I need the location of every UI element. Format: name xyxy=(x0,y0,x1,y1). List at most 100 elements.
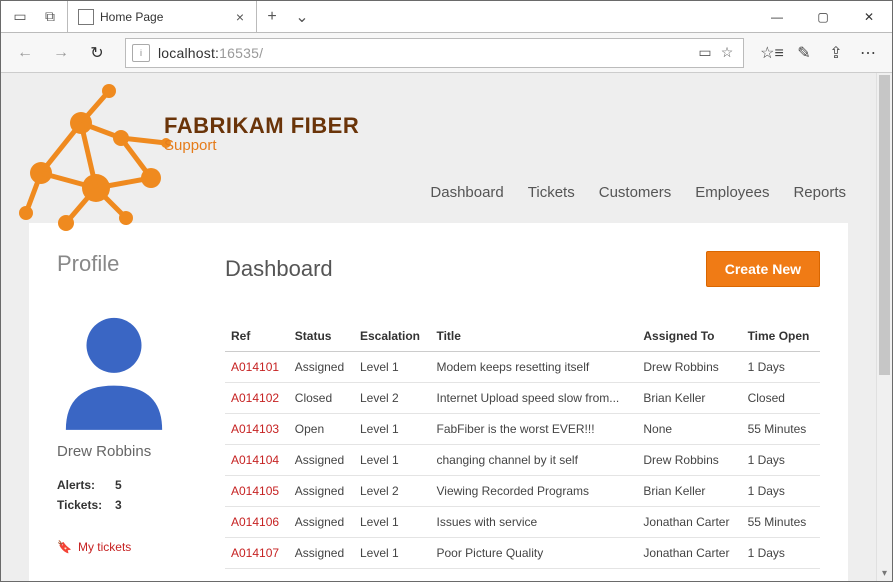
cell-ref[interactable]: A014104 xyxy=(225,445,289,476)
back-button[interactable]: ← xyxy=(9,37,41,69)
cell-assigned: Drew Robbins xyxy=(637,445,741,476)
vertical-scrollbar[interactable]: ▾ xyxy=(876,73,892,581)
cell-title: Poor Picture Quality xyxy=(430,538,637,569)
nav-customers[interactable]: Customers xyxy=(599,184,672,201)
avatar xyxy=(57,301,171,431)
page-favicon xyxy=(78,9,94,25)
col-ref: Ref xyxy=(225,321,289,352)
cell-assigned: Brian Keller xyxy=(637,383,741,414)
cell-escalation: Level 1 xyxy=(354,507,431,538)
tab-aside-button[interactable]: ⧉ xyxy=(35,1,65,32)
create-new-button[interactable]: Create New xyxy=(706,251,820,287)
reading-view-icon[interactable]: ▭ xyxy=(695,44,715,61)
cell-ref[interactable]: A014102 xyxy=(225,383,289,414)
cell-ref[interactable]: A014106 xyxy=(225,507,289,538)
close-tab-icon[interactable]: × xyxy=(232,9,248,25)
nav-reports[interactable]: Reports xyxy=(793,184,846,201)
my-tickets-link[interactable]: 🔖 My tickets xyxy=(57,540,197,554)
close-window-button[interactable]: ✕ xyxy=(846,1,892,32)
refresh-button[interactable]: ↻ xyxy=(81,37,113,69)
col-assigned: Assigned To xyxy=(637,321,741,352)
favorites-hub-icon[interactable]: ☆≡ xyxy=(756,37,788,69)
tab-title: Home Page xyxy=(100,10,232,24)
col-escalation: Escalation xyxy=(354,321,431,352)
tickets-label: Tickets: xyxy=(57,498,115,512)
web-note-icon[interactable]: ✎ xyxy=(788,37,820,69)
table-row[interactable]: A014101AssignedLevel 1Modem keeps resett… xyxy=(225,352,820,383)
maximize-button[interactable]: ▢ xyxy=(800,1,846,32)
cell-ref[interactable]: A014107 xyxy=(225,538,289,569)
url-text: localhost:16535/ xyxy=(158,45,693,61)
table-row[interactable]: A014103OpenLevel 1FabFiber is the worst … xyxy=(225,414,820,445)
cell-status: Closed xyxy=(289,383,354,414)
cell-ref[interactable]: A014103 xyxy=(225,414,289,445)
new-tab-button[interactable]: + xyxy=(257,1,287,32)
table-row[interactable]: A014107AssignedLevel 1Poor Picture Quali… xyxy=(225,538,820,569)
tickets-table: Ref Status Escalation Title Assigned To … xyxy=(225,321,820,569)
nav-dashboard[interactable]: Dashboard xyxy=(430,184,503,201)
cell-assigned: Brian Keller xyxy=(637,476,741,507)
cell-status: Assigned xyxy=(289,352,354,383)
profile-heading: Profile xyxy=(57,251,197,277)
minimize-button[interactable]: — xyxy=(754,1,800,32)
cell-ref[interactable]: A014101 xyxy=(225,352,289,383)
browser-tab[interactable]: Home Page × xyxy=(67,1,257,32)
tickets-value: 3 xyxy=(115,498,173,512)
table-row[interactable]: A014106AssignedLevel 1Issues with servic… xyxy=(225,507,820,538)
titlebar: ▭ ⧉ Home Page × + ⌄ — ▢ ✕ xyxy=(1,1,892,33)
more-icon[interactable]: ⋯ xyxy=(852,37,884,69)
cell-escalation: Level 1 xyxy=(354,352,431,383)
cell-ref[interactable]: A014105 xyxy=(225,476,289,507)
toolbar: ← → ↻ i localhost:16535/ ▭ ☆ ☆≡ ✎ ⇪ ⋯ xyxy=(1,33,892,73)
top-nav: Dashboard Tickets Customers Employees Re… xyxy=(430,184,846,201)
share-icon[interactable]: ⇪ xyxy=(820,37,852,69)
scrollbar-thumb[interactable] xyxy=(879,75,890,375)
cell-status: Open xyxy=(289,414,354,445)
cell-assigned: Jonathan Carter xyxy=(637,507,741,538)
cell-time: 1 Days xyxy=(742,476,820,507)
cell-escalation: Level 2 xyxy=(354,476,431,507)
tab-preview-button[interactable]: ▭ xyxy=(5,1,35,32)
nav-tickets[interactable]: Tickets xyxy=(528,184,575,201)
cell-title: Modem keeps resetting itself xyxy=(430,352,637,383)
fabrikam-logo xyxy=(11,83,171,228)
cell-assigned: Drew Robbins xyxy=(637,352,741,383)
cell-escalation: Level 1 xyxy=(354,445,431,476)
site-info-icon[interactable]: i xyxy=(132,44,150,62)
scroll-down-arrow-icon[interactable]: ▾ xyxy=(877,565,892,581)
table-row[interactable]: A014102ClosedLevel 2Internet Upload spee… xyxy=(225,383,820,414)
cell-title: FabFiber is the worst EVER!!! xyxy=(430,414,637,445)
nav-employees[interactable]: Employees xyxy=(695,184,769,201)
cell-time: 1 Days xyxy=(742,538,820,569)
forward-button[interactable]: → xyxy=(45,37,77,69)
page-content: FABRIKAM FIBER Support Dashboard Tickets… xyxy=(1,73,876,581)
table-row[interactable]: A014104AssignedLevel 1changing channel b… xyxy=(225,445,820,476)
profile-name: Drew Robbins xyxy=(57,443,197,460)
col-title: Title xyxy=(430,321,637,352)
alerts-label: Alerts: xyxy=(57,478,115,492)
cell-title: Issues with service xyxy=(430,507,637,538)
brand-title: FABRIKAM FIBER xyxy=(164,113,359,139)
cell-title: Viewing Recorded Programs xyxy=(430,476,637,507)
cell-escalation: Level 1 xyxy=(354,414,431,445)
cell-status: Assigned xyxy=(289,445,354,476)
col-time: Time Open xyxy=(742,321,820,352)
cell-escalation: Level 1 xyxy=(354,538,431,569)
favorite-star-icon[interactable]: ☆ xyxy=(717,44,737,61)
cell-assigned: None xyxy=(637,414,741,445)
col-status: Status xyxy=(289,321,354,352)
address-bar[interactable]: i localhost:16535/ ▭ ☆ xyxy=(125,38,744,68)
tag-icon: 🔖 xyxy=(57,540,72,554)
cell-status: Assigned xyxy=(289,476,354,507)
cell-status: Assigned xyxy=(289,538,354,569)
cell-title: Internet Upload speed slow from... xyxy=(430,383,637,414)
cell-time: Closed xyxy=(742,383,820,414)
dashboard-heading: Dashboard xyxy=(225,256,333,282)
cell-status: Assigned xyxy=(289,507,354,538)
cell-escalation: Level 2 xyxy=(354,383,431,414)
table-row[interactable]: A014105AssignedLevel 2Viewing Recorded P… xyxy=(225,476,820,507)
brand-subtitle: Support xyxy=(164,137,359,154)
cell-time: 55 Minutes xyxy=(742,507,820,538)
cell-time: 1 Days xyxy=(742,352,820,383)
tab-dropdown-icon[interactable]: ⌄ xyxy=(287,1,317,32)
